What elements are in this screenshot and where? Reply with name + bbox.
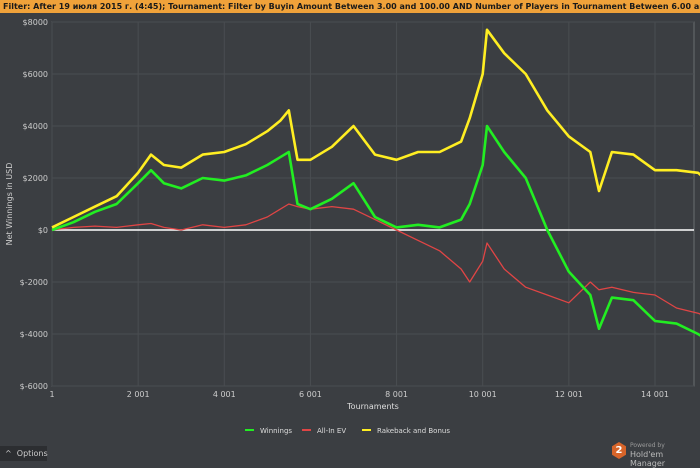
y-tick-label: $0	[38, 226, 48, 235]
y-tick-label: $8000	[23, 18, 48, 27]
x-axis-label: Tournaments	[346, 402, 399, 411]
holdem-manager-logo: 2 Powered by Hold'em Manager	[612, 441, 698, 468]
legend-label: Rakeback and Bonus	[377, 427, 450, 435]
x-tick-label: 6 001	[299, 390, 322, 399]
x-tick-label: 12 001	[555, 390, 583, 399]
plot-area	[51, 21, 695, 387]
x-tick-label: 4 001	[213, 390, 236, 399]
legend-label: Winnings	[260, 427, 292, 435]
options-button[interactable]: ^ Options	[0, 446, 48, 461]
chevron-up-icon: ^	[5, 449, 12, 458]
options-label: Options	[16, 449, 48, 458]
x-tick-label: 8 001	[385, 390, 408, 399]
y-axis-label: Net Winnings in USD	[5, 163, 14, 246]
winnings-chart: $8000 $6000 $4000 $2000 $0 $-2000 $-4000 $-6000…	[5, 18, 700, 435]
x-tick-label: 1	[49, 390, 54, 399]
y-tick-label: $6000	[23, 70, 48, 79]
legend-label: All-In EV	[317, 427, 346, 435]
x-tick-label: 10 001	[469, 390, 497, 399]
y-tick-label: $-4000	[20, 330, 48, 339]
y-tick-label: $-2000	[20, 278, 48, 287]
x-tick-label: 2 001	[127, 390, 150, 399]
x-tick-label: 14 001	[641, 390, 669, 399]
hm-badge-icon: 2	[612, 442, 626, 459]
powered-by: Powered by	[630, 442, 665, 449]
y-tick-label: $-6000	[20, 382, 48, 391]
y-tick-label: $4000	[23, 122, 48, 131]
brand-name: Hold'em Manager	[630, 450, 666, 468]
y-tick-label: $2000	[23, 174, 48, 183]
